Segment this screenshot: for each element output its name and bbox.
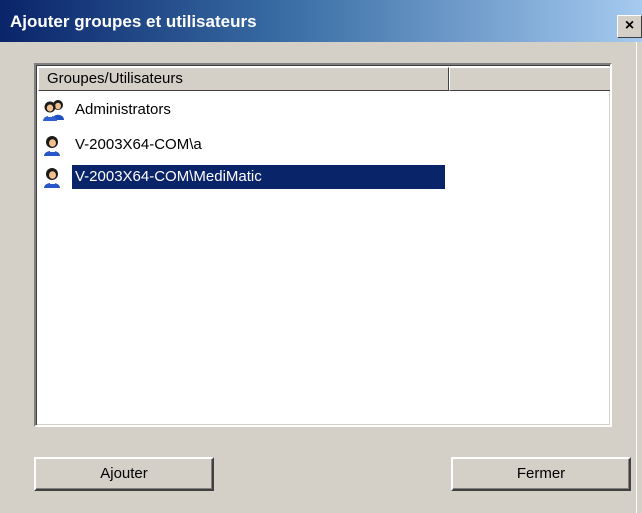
users-groups-list[interactable]: Groupes/Utilisateurs Administrators V-20… xyxy=(34,63,612,427)
column-header-groups-users[interactable]: Groupes/Utilisateurs xyxy=(38,67,449,91)
list-item-administrators[interactable]: Administrators xyxy=(40,98,460,122)
user-icon xyxy=(44,168,60,188)
list-item-label: V-2003X64-COM\a xyxy=(75,136,202,153)
list-item-label: Administrators xyxy=(75,101,171,118)
title-bar[interactable]: Ajouter groupes et utilisateurs xyxy=(0,0,642,42)
close-button[interactable]: × xyxy=(617,15,642,38)
close-dialog-button[interactable]: Fermer xyxy=(451,457,631,491)
window-edge xyxy=(636,42,642,513)
close-icon: × xyxy=(624,17,635,34)
column-header-empty[interactable] xyxy=(449,67,610,91)
window-title: Ajouter groupes et utilisateurs xyxy=(10,12,257,31)
list-item-user-medimatic[interactable]: V-2003X64-COM\MediMatic xyxy=(40,165,460,189)
group-icon xyxy=(43,100,64,121)
user-icon xyxy=(44,136,60,156)
list-item-label: V-2003X64-COM\MediMatic xyxy=(72,165,445,189)
list-header: Groupes/Utilisateurs xyxy=(38,67,610,91)
list-item-user-a[interactable]: V-2003X64-COM\a xyxy=(40,133,460,157)
add-button[interactable]: Ajouter xyxy=(34,457,214,491)
